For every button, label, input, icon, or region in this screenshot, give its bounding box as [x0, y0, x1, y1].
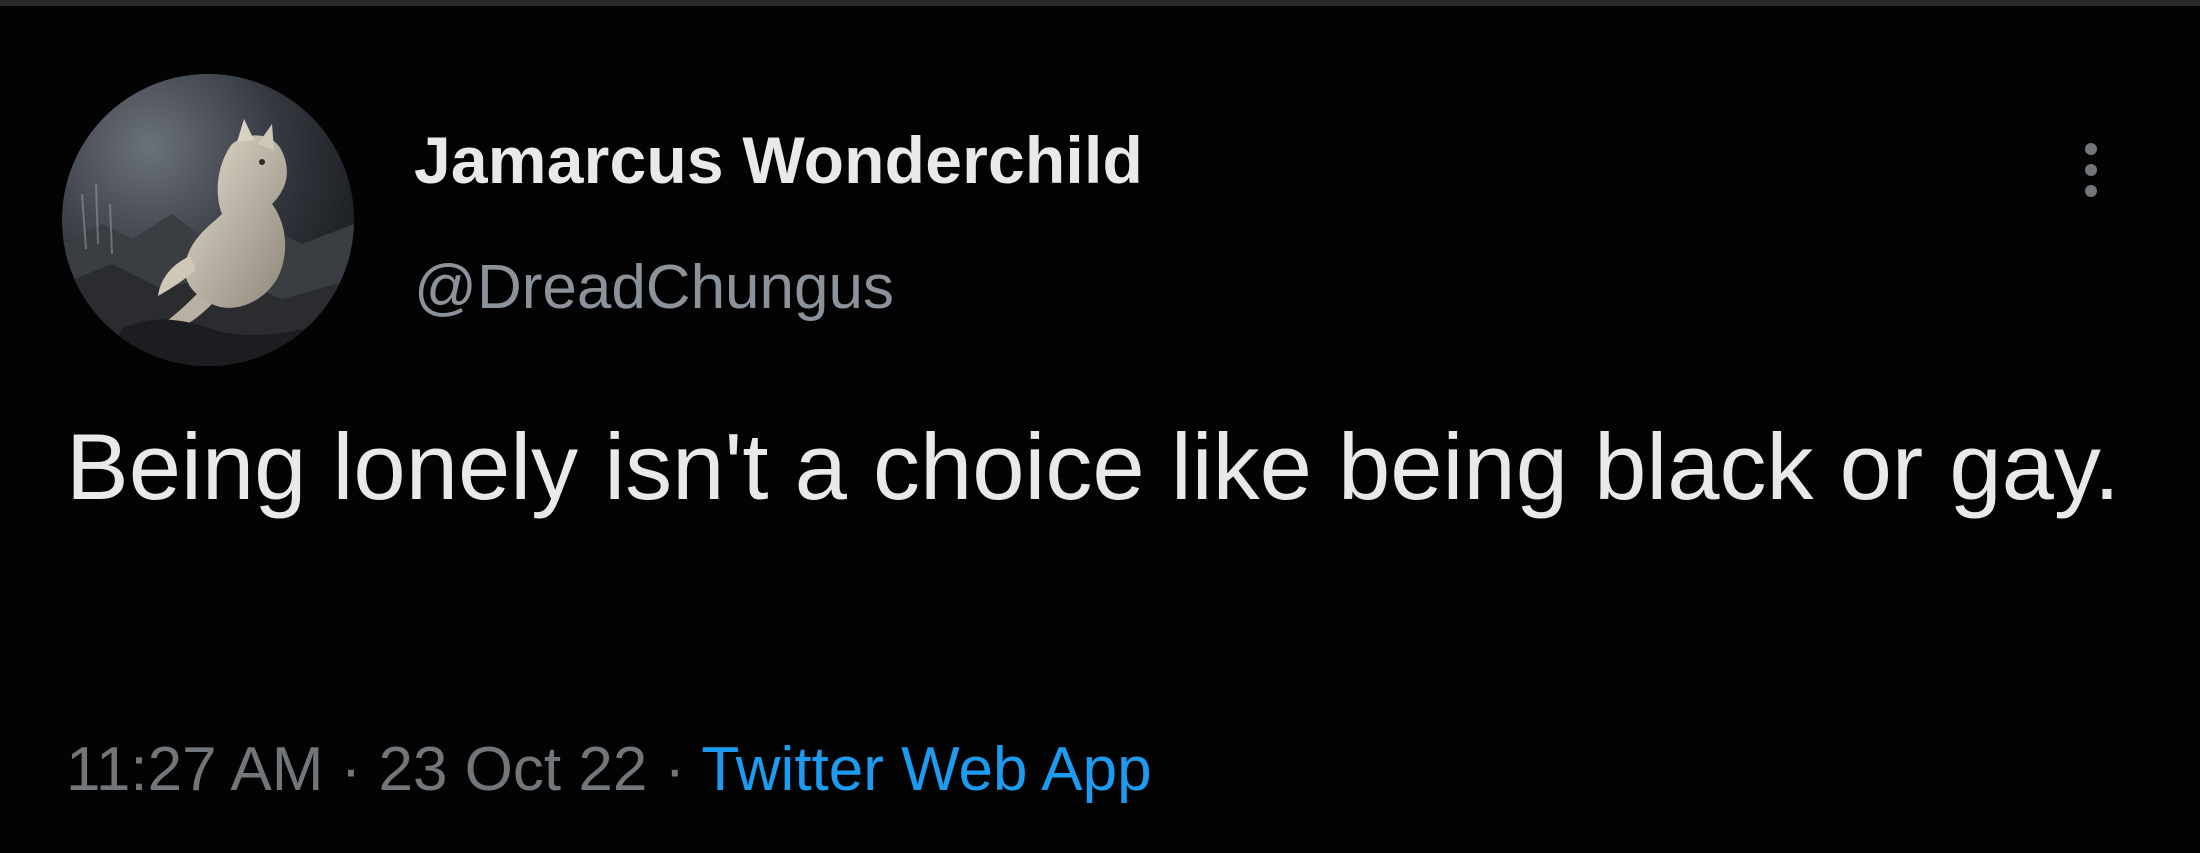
tweet-source-link[interactable]: Twitter Web App — [701, 735, 1151, 804]
more-vertical-icon — [2085, 143, 2097, 155]
meta-separator: · — [340, 735, 362, 804]
tweet-date[interactable]: 23 Oct 22 — [378, 735, 647, 804]
meta-separator: · — [664, 735, 686, 804]
display-name[interactable]: Jamarcus Wonderchild — [414, 122, 1143, 198]
avatar[interactable] — [62, 74, 354, 366]
tweet-time[interactable]: 11:27 AM — [66, 735, 323, 804]
more-vertical-icon — [2085, 164, 2097, 176]
more-options-button[interactable] — [2060, 124, 2122, 216]
tweet-card: Jamarcus Wonderchild @DreadChungus Being… — [0, 6, 2200, 853]
tweet-metadata: 11:27 AM · 23 Oct 22 · Twitter Web App — [66, 734, 1152, 805]
user-handle[interactable]: @DreadChungus — [414, 252, 894, 323]
more-vertical-icon — [2085, 185, 2097, 197]
tweet-text: Being lonely isn't a choice like being b… — [66, 414, 2121, 519]
werewolf-avatar-icon — [62, 74, 354, 366]
